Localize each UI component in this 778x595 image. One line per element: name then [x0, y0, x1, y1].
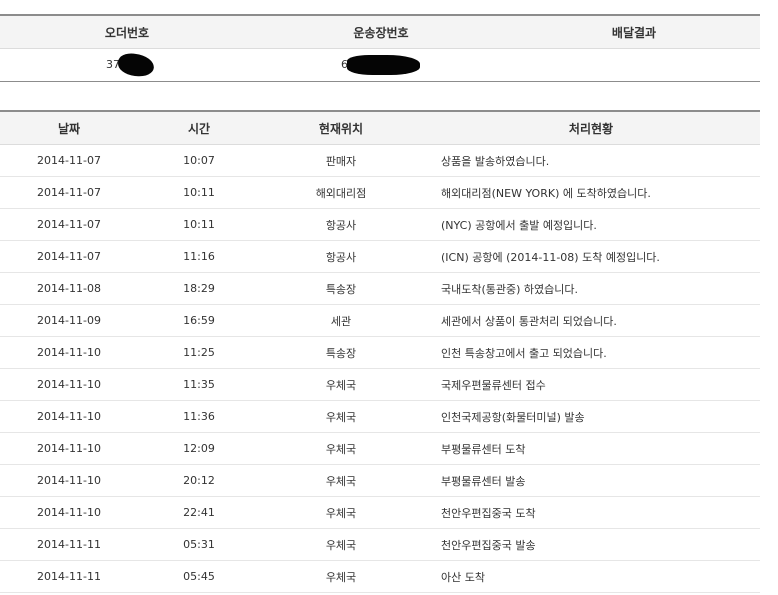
status-cell: (NYC) 공항에서 출발 예정입니다. [441, 218, 597, 232]
tracking-page: 오더번호 운송장번호 배달결과 37 6 날짜 시간 현재위치 처리현황 201… [0, 0, 778, 595]
table-row: 2014-11-10 11:36 우체국 인천국제공항(화물터미널) 발송 [0, 401, 760, 433]
status-cell: 인천국제공항(화물터미널) 발송 [441, 410, 585, 424]
time-cell: 05:45 [183, 570, 215, 583]
status-cell: 천안우편집중국 발송 [441, 538, 536, 552]
date-cell: 2014-11-07 [37, 250, 101, 263]
location-cell: 우체국 [325, 378, 357, 392]
location-cell: 판매자 [325, 154, 357, 168]
date-cell: 2014-11-10 [37, 346, 101, 359]
location-cell: 특송장 [325, 346, 357, 360]
status-cell: 국내도착(통관중) 하였습니다. [441, 282, 579, 296]
location-cell: 세관 [330, 314, 352, 328]
order-number-header: 오더번호 [104, 25, 150, 40]
tracking-rows: 2014-11-07 10:07 판매자 상품을 발송하였습니다. 2014-11-07… [0, 145, 760, 593]
location-cell: 우체국 [325, 442, 357, 456]
location-cell: 해외대리점 [315, 186, 367, 200]
delivery-result-header: 배달결과 [611, 25, 657, 40]
tracking-header-row: 날짜 시간 현재위치 처리현황 [0, 112, 760, 145]
date-cell: 2014-11-09 [37, 314, 101, 327]
time-cell: 20:12 [183, 474, 215, 487]
time-cell: 18:29 [183, 282, 215, 295]
status-cell: 아산 도착 [441, 570, 485, 584]
time-cell: 10:07 [183, 154, 215, 167]
date-cell: 2014-11-10 [37, 442, 101, 455]
location-header: 현재위치 [318, 121, 364, 136]
status-cell: 세관에서 상품이 통관처리 되었습니다. [441, 314, 617, 328]
table-row: 2014-11-11 05:45 우체국 아산 도착 [0, 561, 760, 593]
order-summary-table: 오더번호 운송장번호 배달결과 37 6 [0, 14, 760, 82]
table-row: 2014-11-10 12:09 우체국 부평물류센터 도착 [0, 433, 760, 465]
time-cell: 22:41 [183, 506, 215, 519]
date-cell: 2014-11-11 [37, 538, 101, 551]
date-cell: 2014-11-08 [37, 282, 101, 295]
date-cell: 2014-11-07 [37, 154, 101, 167]
date-cell: 2014-11-10 [37, 410, 101, 423]
table-row: 2014-11-10 11:35 우체국 국제우편물류센터 접수 [0, 369, 760, 401]
time-cell: 12:09 [183, 442, 215, 455]
time-cell: 05:31 [183, 538, 215, 551]
table-row: 2014-11-08 18:29 특송장 국내도착(통관중) 하였습니다. [0, 273, 760, 305]
time-cell: 10:11 [183, 218, 215, 231]
redaction-mark [347, 55, 420, 75]
waybill-number-cell: 6 [254, 49, 508, 81]
date-cell: 2014-11-10 [37, 506, 101, 519]
table-row: 2014-11-11 05:31 우체국 천안우편집중국 발송 [0, 529, 760, 561]
location-cell: 우체국 [325, 474, 357, 488]
time-cell: 11:36 [183, 410, 215, 423]
delivery-result-cell [508, 49, 760, 81]
location-cell: 우체국 [325, 538, 357, 552]
table-row: 2014-11-10 20:12 우체국 부평물류센터 발송 [0, 465, 760, 497]
status-cell: 국제우편물류센터 접수 [441, 378, 546, 392]
table-row: 2014-11-07 10:11 항공사 (NYC) 공항에서 출발 예정입니다. [0, 209, 760, 241]
date-cell: 2014-11-07 [37, 186, 101, 199]
date-cell: 2014-11-07 [37, 218, 101, 231]
date-cell: 2014-11-10 [37, 378, 101, 391]
table-row: 2014-11-09 16:59 세관 세관에서 상품이 통관처리 되었습니다. [0, 305, 760, 337]
table-row: 2014-11-10 11:25 특송장 인천 특송창고에서 출고 되었습니다. [0, 337, 760, 369]
status-cell: 상품을 발송하였습니다. [441, 154, 550, 168]
time-cell: 11:16 [183, 250, 215, 263]
redaction-mark [116, 52, 156, 78]
status-cell: 해외대리점(NEW YORK) 에 도착하였습니다. [441, 186, 651, 200]
location-cell: 항공사 [325, 218, 357, 232]
table-row: 2014-11-07 10:07 판매자 상품을 발송하였습니다. [0, 145, 760, 177]
summary-value-row: 37 6 [0, 49, 760, 82]
time-cell: 11:35 [183, 378, 215, 391]
status-cell: (ICN) 공항에 (2014-11-08) 도착 예정입니다. [441, 250, 660, 264]
status-cell: 부평물류센터 발송 [441, 474, 526, 488]
status-cell: 인천 특송창고에서 출고 되었습니다. [441, 346, 607, 360]
location-cell: 항공사 [325, 250, 357, 264]
location-cell: 우체국 [325, 506, 357, 520]
date-cell: 2014-11-10 [37, 474, 101, 487]
table-row: 2014-11-07 10:11 해외대리점 해외대리점(NEW YORK) 에 도착… [0, 177, 760, 209]
table-row: 2014-11-07 11:16 항공사 (ICN) 공항에 (2014-11-08)… [0, 241, 760, 273]
status-cell: 천안우편집중국 도착 [441, 506, 536, 520]
status-cell: 부평물류센터 도착 [441, 442, 526, 456]
order-number-cell: 37 [0, 49, 254, 81]
table-row: 2014-11-10 22:41 우체국 천안우편집중국 도착 [0, 497, 760, 529]
status-header: 처리현황 [568, 121, 614, 136]
location-cell: 우체국 [325, 570, 357, 584]
waybill-number-header: 운송장번호 [353, 25, 409, 40]
date-cell: 2014-11-11 [37, 570, 101, 583]
location-cell: 특송장 [325, 282, 357, 296]
time-cell: 16:59 [183, 314, 215, 327]
summary-header-row: 오더번호 운송장번호 배달결과 [0, 16, 760, 49]
location-cell: 우체국 [325, 410, 357, 424]
time-cell: 11:25 [183, 346, 215, 359]
tracking-history-table: 날짜 시간 현재위치 처리현황 2014-11-07 10:07 판매자 상품을 발송… [0, 110, 760, 593]
time-header: 시간 [187, 121, 211, 136]
time-cell: 10:11 [183, 186, 215, 199]
date-header: 날짜 [57, 121, 81, 136]
